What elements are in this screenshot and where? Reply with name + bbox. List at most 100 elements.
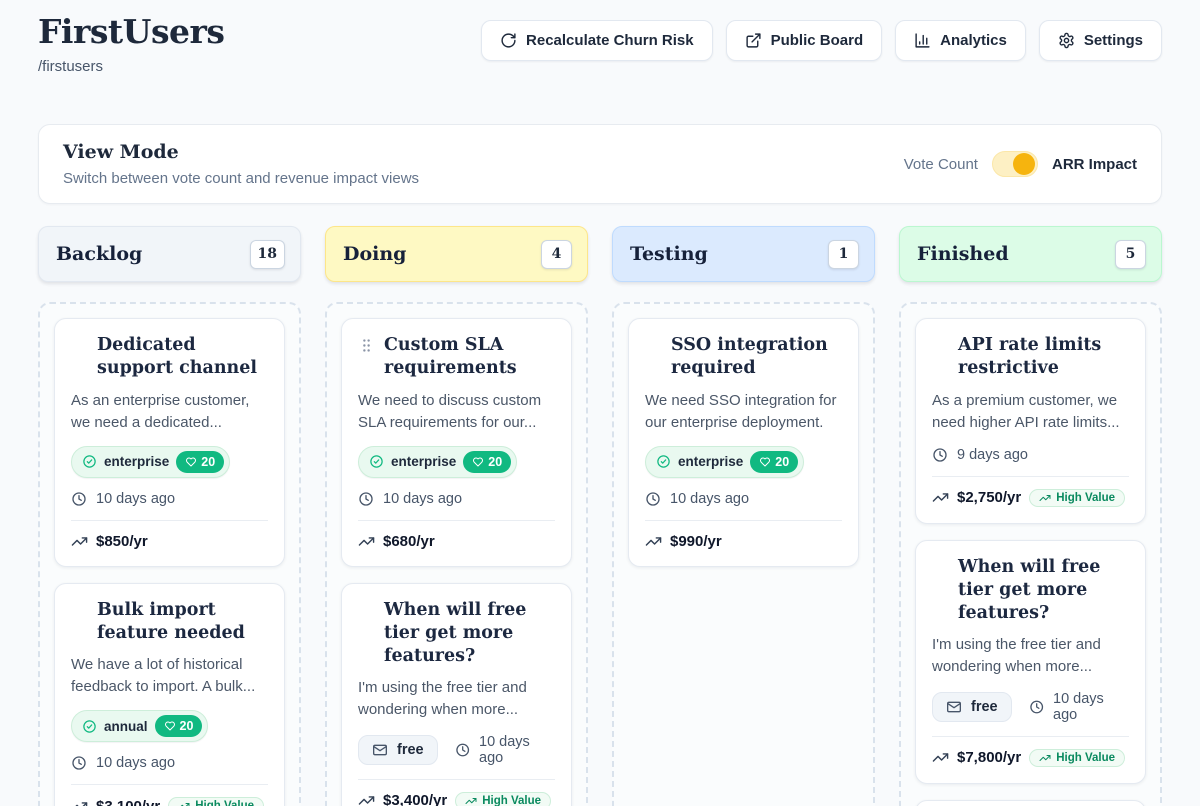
plan-label: annual <box>104 719 148 734</box>
mail-icon <box>946 699 962 715</box>
high-value-badge: High Value <box>168 797 264 806</box>
arr-value: $3,100/yr <box>96 798 160 806</box>
card-divider <box>71 520 268 521</box>
timestamp: 10 days ago <box>358 491 555 507</box>
card-title-row: When will free tier get more features? <box>932 556 1129 626</box>
trending-up-icon <box>932 489 949 506</box>
card-divider <box>932 736 1129 737</box>
feedback-card[interactable]: Dedicated support channel As an enterpris… <box>54 318 285 567</box>
drag-handle[interactable] <box>358 337 375 355</box>
timestamp-label: 10 days ago <box>96 491 175 507</box>
timestamp-label: 10 days ago <box>96 755 175 771</box>
board-column-finished: Finished5 API rate limits restrictiveAs a… <box>899 226 1162 806</box>
column-header-doing: Doing4 <box>325 226 588 282</box>
card-title-row: When will free tier get more features? <box>358 599 555 669</box>
settings-button[interactable]: Settings <box>1039 20 1162 61</box>
view-mode-toggle[interactable] <box>992 151 1038 177</box>
high-value-label: High Value <box>195 800 254 806</box>
board-column-backlog: Backlog18Dedicated support channelAs an … <box>38 226 301 806</box>
column-header-finished: Finished5 <box>899 226 1162 282</box>
arr-impact-label: ARR Impact <box>1052 156 1137 173</box>
page-title: FirstUsers <box>38 12 225 51</box>
column-dropzone-testing[interactable]: SSO integration required We need SSO inte… <box>612 302 875 806</box>
card-description: We need SSO integration for our enterpri… <box>645 390 842 434</box>
toggle-knob-icon <box>1013 153 1035 175</box>
timestamp: 10 days ago <box>455 734 555 766</box>
feedback-card[interactable]: API rate limits restrictiveAs a premium … <box>915 318 1146 524</box>
plan-badge: enterprise20 <box>71 446 230 478</box>
high-value-label: High Value <box>1056 752 1115 764</box>
clock-icon <box>932 447 948 463</box>
column-dropzone-doing[interactable]: Custom SLA requirementsWe need to discus… <box>325 302 588 806</box>
feedback-card[interactable]: When will free tier get more features? I'… <box>341 583 572 806</box>
card-title: When will free tier get more features? <box>384 599 555 669</box>
bar-chart-icon <box>914 32 931 49</box>
card-divider <box>358 779 555 780</box>
clock-icon <box>358 491 374 507</box>
card-title: Dedicated support channel <box>97 334 268 381</box>
heart-icon <box>185 456 197 468</box>
trending-up-icon <box>71 533 88 550</box>
brand-block: FirstUsers /firstusers <box>38 12 225 75</box>
feedback-card[interactable]: When will free tier get more features?I'… <box>915 540 1146 784</box>
arr-row: $2,750/yr High Value <box>932 489 1129 507</box>
card-description: As an enterprise customer, we need a ded… <box>71 390 268 434</box>
feedback-card[interactable]: Bulk import feature neededWe have a lot … <box>54 583 285 806</box>
public-board-button[interactable]: Public Board <box>726 20 883 61</box>
recalculate-churn-risk-button[interactable]: Recalculate Churn Risk <box>481 20 713 61</box>
view-mode-card: View Mode Switch between vote count and … <box>38 124 1162 204</box>
check-circle-icon <box>369 454 384 469</box>
column-count-badge: 5 <box>1115 240 1146 269</box>
feedback-card[interactable]: SSO integration required We need SSO inte… <box>628 318 859 567</box>
arr-row: $3,400/yrHigh Value <box>358 792 555 806</box>
feedback-card[interactable]: Custom branding for annual plan <box>915 800 1146 806</box>
clock-icon <box>455 742 470 758</box>
card-title: SSO integration required <box>671 334 842 381</box>
column-dropzone-backlog[interactable]: Dedicated support channel As an enterpris… <box>38 302 301 806</box>
clock-icon <box>71 755 87 771</box>
card-divider <box>71 784 268 785</box>
trending-up-icon <box>1039 752 1051 764</box>
card-badge-row: free 10 days ago <box>932 691 1129 723</box>
refresh-icon <box>500 32 517 49</box>
column-dropzone-finished[interactable]: API rate limits restrictiveAs a premium … <box>899 302 1162 806</box>
arr-row: $850/yr <box>71 533 268 550</box>
card-badge-row: enterprise20 <box>358 446 555 478</box>
trending-up-icon <box>358 533 375 550</box>
clock-icon <box>645 491 661 507</box>
card-badge-row: free 10 days ago <box>358 734 555 766</box>
column-count-badge: 1 <box>828 240 859 269</box>
timestamp-label: 10 days ago <box>670 491 749 507</box>
check-circle-icon <box>82 719 97 734</box>
vote-count: 20 <box>775 455 789 469</box>
trending-up-icon <box>358 792 375 806</box>
vote-count-pill: 20 <box>176 451 224 473</box>
plan-badge: enterprise20 <box>358 446 517 478</box>
arr-value: $680/yr <box>383 533 435 550</box>
timestamp: 10 days ago <box>1029 691 1129 723</box>
board-column-doing: Doing4 Custom SLA requirementsWe need to … <box>325 226 588 806</box>
card-title: API rate limits restrictive <box>958 334 1129 381</box>
arr-value: $990/yr <box>670 533 722 550</box>
button-label: Public Board <box>771 32 864 49</box>
card-description: I'm using the free tier and wondering wh… <box>358 677 555 721</box>
timestamp: 9 days ago <box>932 447 1129 463</box>
high-value-badge: High Value <box>1029 489 1125 507</box>
plan-badge: annual20 <box>71 710 208 742</box>
analytics-button[interactable]: Analytics <box>895 20 1026 61</box>
card-title-row: API rate limits restrictive <box>932 334 1129 381</box>
timestamp-label: 10 days ago <box>479 734 555 766</box>
tier-badge: free <box>358 735 438 765</box>
tier-badge: free <box>932 692 1012 722</box>
timestamp-label: 9 days ago <box>957 447 1028 463</box>
kanban-board: Backlog18Dedicated support channelAs an … <box>0 226 1200 806</box>
mail-icon <box>372 742 388 758</box>
card-description: We have a lot of historical feedback to … <box>71 654 268 698</box>
view-mode-title: View Mode <box>63 141 419 163</box>
arr-value: $2,750/yr <box>957 489 1021 506</box>
arr-value: $850/yr <box>96 533 148 550</box>
card-badge-row: enterprise20 <box>71 446 268 478</box>
timestamp: 10 days ago <box>71 491 268 507</box>
feedback-card[interactable]: Custom SLA requirementsWe need to discus… <box>341 318 572 567</box>
vote-count-pill: 20 <box>463 451 511 473</box>
